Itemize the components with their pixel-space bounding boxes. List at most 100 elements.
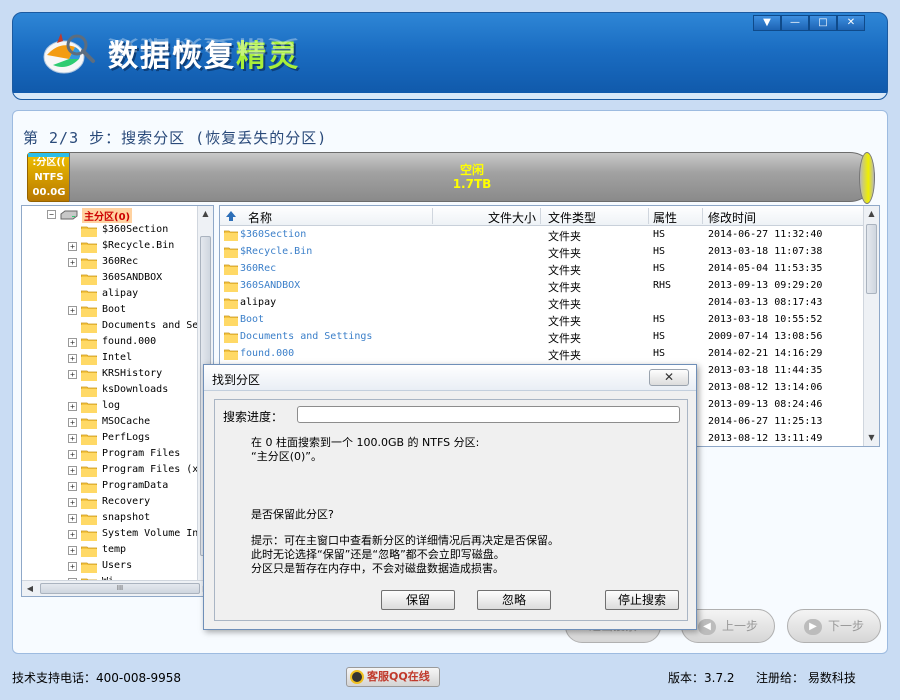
minimize-button[interactable]: — bbox=[781, 15, 809, 31]
scroll-left-icon[interactable]: ◀ bbox=[22, 581, 38, 596]
tree-folder-item[interactable]: + log bbox=[22, 399, 198, 415]
folder-icon bbox=[81, 530, 97, 541]
tree-content: − 主分区(0) $360Section + $Recycle.Bin +360Rec… bbox=[22, 206, 198, 580]
prev-step-label: 上一步 bbox=[721, 619, 758, 633]
file-row[interactable]: $Recycle.Bin 文件夹 HS 2013-03-18 11:07:38 bbox=[220, 244, 864, 261]
tree-folder-item[interactable]: + Program Files (x bbox=[22, 463, 198, 479]
next-step-button[interactable]: ▶ 下一步 bbox=[787, 609, 881, 643]
tree-folder-item[interactable]: ksDownloads bbox=[22, 383, 198, 399]
col-attr[interactable]: 属性 bbox=[653, 209, 677, 226]
expand-icon[interactable]: + bbox=[68, 402, 77, 411]
file-row[interactable]: 360Rec 文件夹 HS 2014-05-04 11:53:35 bbox=[220, 261, 864, 278]
tree-folder-item[interactable]: $360Section bbox=[22, 223, 198, 239]
file-type: 文件夹 bbox=[548, 247, 581, 260]
col-type[interactable]: 文件类型 bbox=[548, 209, 596, 226]
tree-folder-item[interactable]: 360SANDBOX bbox=[22, 271, 198, 287]
dialog-close-button[interactable]: ✕ bbox=[649, 369, 689, 386]
tree-folder-label: Users bbox=[102, 560, 133, 571]
tree-folder-item[interactable]: + Users bbox=[22, 559, 198, 575]
expand-icon[interactable]: + bbox=[68, 530, 77, 539]
scroll-up-icon[interactable]: ▲ bbox=[198, 206, 213, 222]
tree-hscroll-thumb[interactable]: III bbox=[40, 583, 200, 594]
expand-icon[interactable]: + bbox=[68, 562, 77, 571]
expand-icon[interactable]: + bbox=[68, 306, 77, 315]
expand-icon[interactable]: + bbox=[68, 450, 77, 459]
tree-folder-item[interactable]: + Intel bbox=[22, 351, 198, 367]
found-partition-dialog: 找到分区 ✕ 搜索进度： 在 0 柱面搜索到一个 100.0GB 的 NTFS … bbox=[203, 364, 697, 630]
folder-icon bbox=[224, 264, 238, 275]
expand-icon[interactable]: + bbox=[68, 370, 77, 379]
tree-folder-item[interactable]: + System Volume In bbox=[22, 527, 198, 543]
expand-icon[interactable]: + bbox=[68, 258, 77, 267]
expand-icon[interactable]: + bbox=[68, 482, 77, 491]
expand-icon[interactable]: + bbox=[68, 242, 77, 251]
tree-folder-label: log bbox=[102, 400, 121, 411]
tree-folder-item[interactable]: + MSOCache bbox=[22, 415, 198, 431]
folder-icon bbox=[224, 247, 238, 258]
expand-icon[interactable]: + bbox=[68, 434, 77, 443]
file-attr: HS bbox=[653, 348, 666, 359]
col-mtime[interactable]: 修改时间 bbox=[708, 209, 756, 226]
collapse-icon[interactable]: − bbox=[47, 210, 56, 219]
col-size[interactable]: 文件大小 bbox=[488, 209, 536, 226]
folder-icon bbox=[81, 370, 97, 381]
tree-folder-item[interactable]: + Recovery bbox=[22, 495, 198, 511]
tree-folder-item[interactable]: Documents and Se bbox=[22, 319, 198, 335]
sort-up-icon[interactable] bbox=[225, 210, 237, 222]
file-row[interactable]: alipay 文件夹 2014-03-13 08:17:43 bbox=[220, 295, 864, 312]
file-name: $360Section bbox=[240, 229, 307, 240]
maximize-button[interactable]: □ bbox=[809, 15, 837, 31]
file-mtime: 2014-06-27 11:25:13 bbox=[708, 416, 823, 427]
file-mtime: 2014-05-04 11:53:35 bbox=[708, 263, 823, 274]
tree-horizontal-scrollbar[interactable]: ◀ III ▶ bbox=[22, 580, 213, 596]
tree-folder-label: ksDownloads bbox=[102, 384, 169, 395]
expand-icon[interactable]: + bbox=[68, 514, 77, 523]
tree-folder-item[interactable]: + temp bbox=[22, 543, 198, 559]
disk-free-space[interactable]: 空闲 1.7TB bbox=[69, 152, 875, 204]
file-list-scroll-thumb[interactable] bbox=[866, 224, 877, 294]
expand-icon[interactable]: + bbox=[68, 466, 77, 475]
tree-folder-item[interactable]: alipay bbox=[22, 287, 198, 303]
expand-icon[interactable]: + bbox=[68, 418, 77, 427]
dialog-title: 找到分区 bbox=[212, 373, 261, 387]
disk-partition-block[interactable]: :分区(( NTFS 00.0G bbox=[27, 152, 71, 202]
expand-icon[interactable]: + bbox=[68, 354, 77, 363]
scroll-up-icon[interactable]: ▲ bbox=[864, 206, 879, 222]
keep-question: 是否保留此分区? bbox=[251, 508, 334, 521]
expand-icon[interactable]: + bbox=[68, 498, 77, 507]
file-list-scrollbar[interactable]: ▲ ▼ bbox=[863, 206, 879, 446]
tree-folder-item[interactable]: + Boot bbox=[22, 303, 198, 319]
expand-icon[interactable]: + bbox=[68, 338, 77, 347]
disk-map: :分区(( NTFS 00.0G 空闲 1.7TB bbox=[27, 152, 875, 204]
tree-folder-item[interactable]: +360Rec bbox=[22, 255, 198, 271]
tree-folder-item[interactable]: + PerfLogs bbox=[22, 431, 198, 447]
close-button[interactable]: ✕ bbox=[837, 15, 865, 31]
registered-label: 注册给： 易数科技 bbox=[756, 671, 856, 685]
file-row[interactable]: Documents and Settings 文件夹 HS 2009-07-14 13… bbox=[220, 329, 864, 346]
file-row[interactable]: found.000 文件夹 HS 2014-02-21 14:16:29 bbox=[220, 346, 864, 363]
ignore-button[interactable]: 忽略 bbox=[477, 590, 551, 610]
file-attr: HS bbox=[653, 263, 666, 274]
file-type: 文件夹 bbox=[548, 332, 581, 345]
file-row[interactable]: 360SANDBOX 文件夹 RHS 2013-09-13 09:29:20 bbox=[220, 278, 864, 295]
tree-folder-item[interactable]: + KRSHistory bbox=[22, 367, 198, 383]
menu-dropdown-button[interactable]: ▼ bbox=[753, 15, 781, 31]
tree-root-node[interactable]: − 主分区(0) bbox=[22, 207, 198, 223]
expand-icon[interactable]: + bbox=[68, 546, 77, 555]
tree-folder-item[interactable]: + snapshot bbox=[22, 511, 198, 527]
scroll-down-icon[interactable]: ▼ bbox=[864, 430, 879, 446]
col-name[interactable]: 名称 bbox=[248, 209, 272, 226]
qq-support-button[interactable]: 客服QQ在线 bbox=[346, 667, 440, 687]
keep-button[interactable]: 保留 bbox=[381, 590, 455, 610]
tree-folder-item[interactable]: + $Recycle.Bin bbox=[22, 239, 198, 255]
file-row[interactable]: $360Section 文件夹 HS 2014-06-27 11:32:40 bbox=[220, 227, 864, 244]
tree-folder-item[interactable]: + ProgramData bbox=[22, 479, 198, 495]
stop-search-button[interactable]: 停止搜索 bbox=[605, 590, 679, 610]
tree-folder-item[interactable]: + Program Files bbox=[22, 447, 198, 463]
folder-icon bbox=[81, 226, 97, 237]
tree-folder-item[interactable]: + found.000 bbox=[22, 335, 198, 351]
file-row[interactable]: Boot 文件夹 HS 2013-03-18 10:55:52 bbox=[220, 312, 864, 329]
folder-tree[interactable]: − 主分区(0) $360Section + $Recycle.Bin +360Rec… bbox=[21, 205, 214, 597]
file-type: 文件夹 bbox=[548, 281, 581, 294]
free-label: 空闲 bbox=[459, 163, 484, 177]
